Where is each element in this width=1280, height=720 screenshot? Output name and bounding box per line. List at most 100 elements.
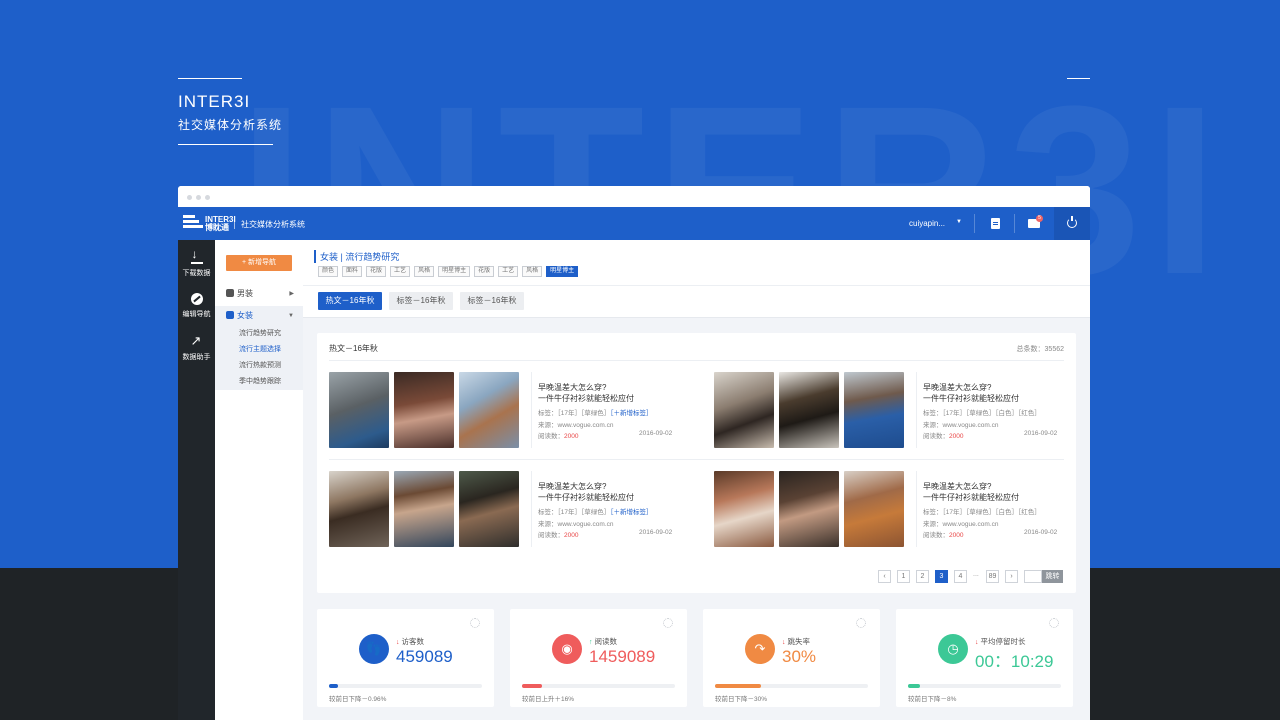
article-thumbnail[interactable] (714, 471, 774, 547)
nav-sub-item[interactable]: 季中趋势跟踪 (215, 374, 303, 390)
post-reads-label: 阅读数： (538, 433, 564, 440)
stat-card-visitors: 👣 ↓ 访客数 459089 较前日下降－0.96% (317, 609, 494, 707)
window-dot-icon (187, 195, 192, 200)
rail-download-data[interactable]: 下载数据 (178, 247, 215, 278)
tab-bar: 热文－16年秋 标签－16年秋 标签－16年秋 (303, 285, 1090, 318)
post-reads-value: 2000 (564, 532, 579, 539)
window-dot-icon (196, 195, 201, 200)
article-thumbnail[interactable] (394, 372, 454, 448)
post-title-sub[interactable]: 一件牛仔衬衫就能轻松应付 (538, 492, 634, 503)
tab-hot-articles[interactable]: 热文－16年秋 (318, 292, 382, 310)
tab-tags[interactable]: 标签－16年秋 (389, 292, 453, 310)
chart-icon (191, 333, 203, 349)
chevron-down-icon: ▼ (288, 313, 294, 319)
tag-filter-active[interactable]: 明星博主 (546, 266, 579, 277)
article-thumbnail[interactable] (844, 372, 904, 448)
stat-progress-track (715, 684, 868, 688)
last-page-button[interactable]: 89 (986, 570, 999, 583)
arrow-down-icon: ↓ (396, 639, 400, 646)
stat-label: ↑ 阅读数 (589, 636, 617, 647)
article-post[interactable]: 早晚温差大怎么穿? 一件牛仔衬衫就能轻松应付 标签：［17年］［草绿色］［白色］… (714, 471, 1084, 549)
tag-filter[interactable]: 花版 (366, 266, 387, 277)
tag-filter[interactable]: 花版 (474, 266, 495, 277)
article-thumbnail[interactable] (844, 471, 904, 547)
user-menu[interactable]: cuiyapin... (909, 219, 945, 228)
tag-filter[interactable]: 风格 (522, 266, 543, 277)
post-reads-value: 2000 (949, 532, 964, 539)
stat-label-text: 平均停留时长 (980, 637, 1026, 646)
card-title: 热文－16年秋 (329, 344, 378, 353)
post-divider (531, 372, 532, 448)
page-button[interactable]: 4 (954, 570, 967, 583)
article-list-card: 热文－16年秋 总条数：35562 早晚温差大怎么穿? 一件牛仔衬衫就能轻松应付… (317, 333, 1076, 593)
post-source: 来源：www.vogue.com.cn (538, 422, 614, 429)
category-nav: + 新增导航 男装 ▶ 女装 ▼ 流行趋势研究 流行主题选择 流行热款预测 季中… (215, 240, 303, 720)
tag-filter[interactable]: 工艺 (498, 266, 519, 277)
nav-sub-item-active[interactable]: 流行主题选择 (215, 342, 303, 358)
article-thumbnail[interactable] (459, 471, 519, 547)
post-title-sub[interactable]: 一件牛仔衬衫就能轻松应付 (923, 393, 1019, 404)
post-reads-value: 2000 (564, 433, 579, 440)
article-thumbnail[interactable] (779, 471, 839, 547)
next-page-button[interactable]: › (1005, 570, 1018, 583)
article-post[interactable]: 早晚温差大怎么穿? 一件牛仔衬衫就能轻松应付 标签：［17年］［草绿色］［＋新增… (329, 471, 699, 549)
nav-section-label: 男装 (237, 289, 253, 298)
prev-page-button[interactable]: ‹ (878, 570, 891, 583)
arrow-down-icon: ↓ (975, 639, 979, 646)
post-divider (531, 471, 532, 547)
article-thumbnail[interactable] (329, 372, 389, 448)
caret-down-icon[interactable]: ▼ (956, 219, 962, 225)
page-button[interactable]: 2 (916, 570, 929, 583)
article-thumbnail[interactable] (329, 471, 389, 547)
add-tag-link[interactable]: ［＋新增标签］ (610, 410, 652, 417)
post-reads: 阅读数：2000 (538, 430, 578, 440)
app-window: INTER3I 博眈通 社交媒体分析系统 cuiyapin... ▼ 5 下载数… (178, 186, 1090, 720)
page-jump-input[interactable] (1024, 570, 1042, 583)
post-date: 2016-09-02 (639, 430, 673, 437)
article-thumbnail[interactable] (459, 372, 519, 448)
tag-filter[interactable]: 明星博主 (438, 266, 471, 277)
post-title[interactable]: 早晚温差大怎么穿? (923, 481, 991, 492)
article-post[interactable]: 早晚温差大怎么穿? 一件牛仔衬衫就能轻松应付 标签：［17年］［草绿色］［＋新增… (329, 372, 699, 450)
add-tag-link[interactable]: ［＋新增标签］ (610, 509, 652, 516)
nav-sub-item[interactable]: 流行热款预测 (215, 358, 303, 374)
rail-edit-nav[interactable]: 编辑导航 (178, 293, 215, 319)
tag-filter[interactable]: 面料 (342, 266, 363, 277)
nav-section-label: 女装 (237, 311, 253, 320)
chevron-right-icon: ▶ (289, 291, 294, 297)
tag-filter[interactable]: 风格 (414, 266, 435, 277)
post-title[interactable]: 早晚温差大怎么穿? (923, 382, 991, 393)
post-title[interactable]: 早晚温差大怎么穿? (538, 481, 606, 492)
page-jump-button[interactable]: 跳转 (1042, 570, 1063, 583)
rail-data-assistant[interactable]: 数据助手 (178, 333, 215, 362)
brand-divider-top (178, 78, 242, 79)
logout-button[interactable] (1054, 207, 1090, 240)
filter-panel: 女装 | 流行趋势研究 颜色 面料 花版 工艺 风格 明星博主 花版 工艺 风格… (303, 240, 1090, 318)
article-post[interactable]: 早晚温差大怎么穿? 一件牛仔衬衫就能轻松应付 标签：［17年］［草绿色］［白色］… (714, 372, 1084, 450)
tab-tags[interactable]: 标签－16年秋 (460, 292, 524, 310)
nav-sub-item[interactable]: 流行趋势研究 (215, 326, 303, 342)
post-title-sub[interactable]: 一件牛仔衬衫就能轻松应付 (923, 492, 1019, 503)
page-button-current[interactable]: 3 (935, 570, 948, 583)
add-nav-button[interactable]: + 新增导航 (226, 255, 292, 271)
breadcrumb-category[interactable]: 女装 (320, 252, 338, 262)
power-icon (1067, 216, 1077, 228)
main-content: 女装 | 流行趋势研究 颜色 面料 花版 工艺 风格 明星博主 花版 工艺 风格… (303, 240, 1090, 720)
post-title-sub[interactable]: 一件牛仔衬衫就能轻松应付 (538, 393, 634, 404)
article-thumbnail[interactable] (714, 372, 774, 448)
article-thumbnail[interactable] (394, 471, 454, 547)
bounce-icon: ↷ (745, 634, 775, 664)
document-icon[interactable] (991, 218, 1000, 229)
post-tags-text: 标签：［17年］［草绿色］ (538, 410, 611, 417)
nav-section-men[interactable]: 男装 ▶ (215, 284, 303, 304)
stat-footer: 较前日上升＋16% (522, 696, 575, 703)
page-button[interactable]: 1 (897, 570, 910, 583)
nav-section-women[interactable]: 女装 ▼ (215, 306, 303, 326)
article-thumbnail[interactable] (779, 372, 839, 448)
app-title: 社交媒体分析系统 (241, 220, 305, 229)
footprint-icon: 👣 (359, 634, 389, 664)
tag-filter[interactable]: 颜色 (318, 266, 339, 277)
post-title[interactable]: 早晚温差大怎么穿? (538, 382, 606, 393)
tag-filter[interactable]: 工艺 (390, 266, 411, 277)
post-reads-label: 阅读数： (538, 532, 564, 539)
